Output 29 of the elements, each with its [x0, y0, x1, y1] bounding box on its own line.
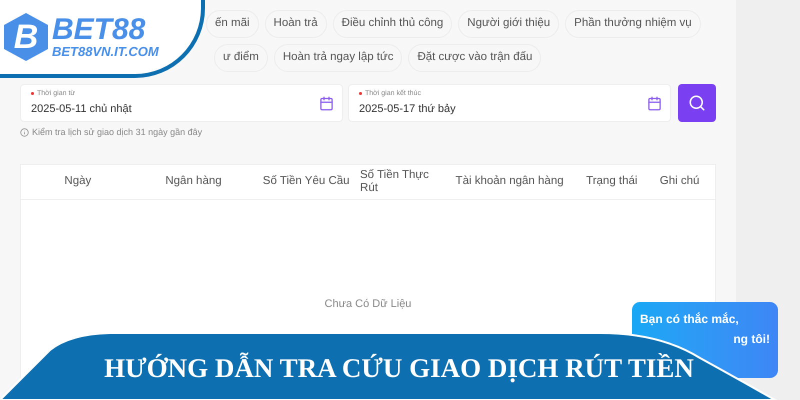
info-icon — [20, 128, 29, 138]
column-header: Ngân hàng — [164, 175, 223, 188]
empty-message: Chưa Có Dữ Liệu — [324, 296, 412, 312]
filter-tab[interactable]: Phần thưởng nhiệm vụ — [565, 10, 701, 38]
logo-name: BET88 — [52, 15, 146, 45]
filter-tab[interactable]: ư điểm — [214, 44, 268, 72]
chat-text: ng tôi! — [733, 331, 770, 348]
column-header: Ghi chú — [658, 175, 700, 188]
column-header: Trạng thái — [585, 175, 638, 188]
hint-text: Kiểm tra lịch sử giao dịch 31 ngày gần đây — [32, 126, 202, 139]
chat-text: Bạn có thắc mắc, — [640, 311, 739, 328]
filter-tab[interactable]: Người giới thiệu — [458, 10, 560, 38]
column-header: Số Tiền Yêu Cầu — [262, 175, 351, 188]
calendar-icon[interactable] — [319, 96, 334, 110]
filter-tab[interactable]: Hoàn trả — [264, 10, 327, 38]
logo-domain: BET88VN.IT.COM — [52, 45, 159, 59]
filter-tab[interactable]: Đặt cược vào trận đấu — [408, 44, 542, 72]
column-header: Ngày — [63, 175, 92, 188]
column-header: Tài khoản ngân hàng — [454, 175, 565, 188]
search-button[interactable] — [678, 84, 716, 122]
search-icon — [688, 94, 706, 112]
logo-mark: B — [14, 20, 38, 54]
field-value: 2025-05-11 chủ nhật — [31, 102, 133, 117]
filter-tab[interactable]: Điều chỉnh thủ công — [332, 10, 452, 38]
field-value: 2025-05-17 thứ bảy — [359, 102, 457, 117]
filter-tab[interactable]: ến mãi — [206, 10, 259, 38]
calendar-icon[interactable] — [647, 96, 662, 110]
filter-tab[interactable]: Hoàn trả ngay lập tức — [274, 44, 402, 72]
column-header: Số Tiền Thực Rút — [360, 168, 430, 194]
